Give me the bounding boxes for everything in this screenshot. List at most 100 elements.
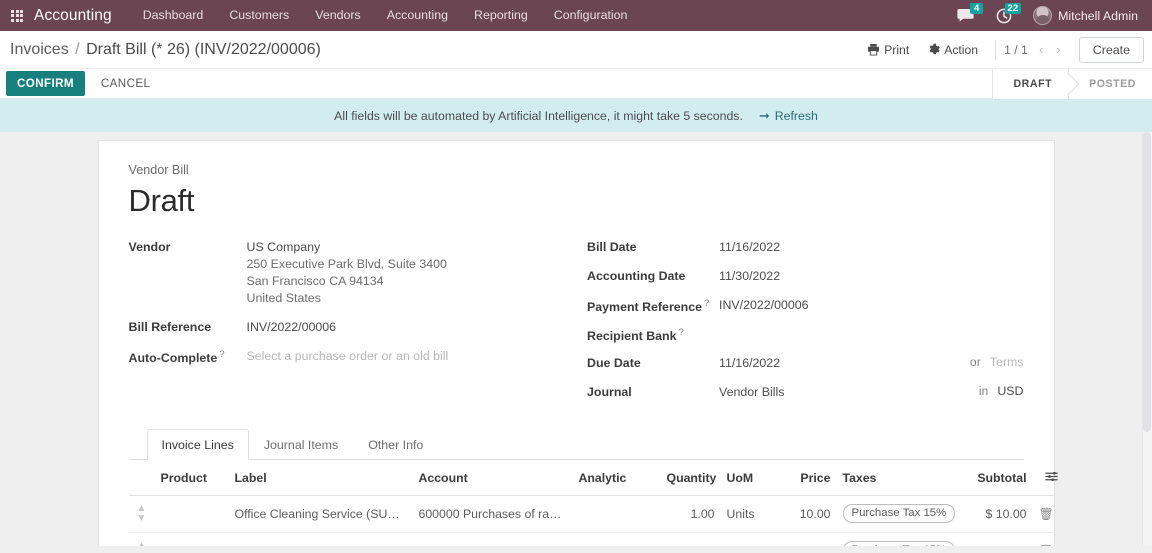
journal-input[interactable]: Vendor Bills (719, 384, 784, 401)
help-icon[interactable]: ? (219, 349, 224, 360)
journal-in-label: in (979, 384, 998, 398)
pager-previous-icon[interactable]: ‹ (1033, 43, 1050, 56)
systray: 4 22 Mitchell Admin (946, 0, 1146, 31)
activities-button[interactable]: 22 (985, 0, 1023, 31)
due-date-label: Due Date (587, 355, 719, 370)
menu-item-customers[interactable]: Customers (216, 0, 302, 31)
menu-item-accounting[interactable]: Accounting (374, 0, 461, 31)
apps-menu-button[interactable] (0, 0, 34, 31)
vendor-value[interactable]: US Company 250 Executive Park Blvd, Suit… (247, 239, 447, 307)
header-quantity: Quantity (661, 460, 721, 496)
currency-input[interactable]: USD (997, 384, 1023, 398)
sliders-icon[interactable] (1039, 470, 1058, 486)
menu-item-vendors[interactable]: Vendors (302, 0, 373, 31)
ai-automation-banner: All fields will be automated by Artifici… (0, 99, 1152, 132)
row-taxes[interactable]: Purchase Tax 15% (837, 495, 957, 532)
row-analytic[interactable] (573, 532, 661, 546)
due-date-input[interactable]: 11/16/2022 (719, 355, 780, 372)
table-row[interactable]: ▲▼ Office Cleaning Service (SUB) - 1 mon… (129, 532, 1055, 546)
row-price[interactable]: 20.00 (779, 532, 837, 546)
field-row-due-date: Due Date 11/16/2022 or Terms (587, 355, 1024, 372)
status-step-posted[interactable]: POSTED (1068, 69, 1152, 99)
drag-handle-icon[interactable]: ▲▼ (135, 504, 149, 524)
status-step-draft[interactable]: DRAFT (992, 69, 1068, 99)
vendor-name: US Company (247, 240, 321, 254)
recipient-bank-label-text: Recipient Bank (587, 329, 677, 343)
table-row[interactable]: ▲▼ Office Cleaning Service (SUB) - 1 mon… (129, 495, 1055, 532)
bill-reference-input[interactable]: INV/2022/00006 (247, 319, 337, 336)
breadcrumb-item-invoices[interactable]: Invoices (10, 41, 69, 58)
header-handle (129, 460, 155, 496)
arrow-right-icon: ➞ (759, 109, 770, 122)
print-label: Print (884, 43, 909, 57)
row-price[interactable]: 10.00 (779, 495, 837, 532)
menu-item-configuration[interactable]: Configuration (541, 0, 641, 31)
row-uom[interactable]: Units (721, 495, 779, 532)
create-button[interactable]: Create (1079, 37, 1144, 63)
table-body: ▲▼ Office Cleaning Service (SUB) - 1 mon… (129, 495, 1055, 546)
auto-complete-input[interactable]: Select a purchase order or an old bill (247, 348, 449, 365)
row-analytic[interactable] (573, 495, 661, 532)
app-brand-accounting[interactable]: Accounting (34, 7, 130, 25)
row-taxes[interactable]: Purchase Tax 15% (837, 532, 957, 546)
accounting-date-input[interactable]: 11/30/2022 (719, 268, 780, 285)
row-product[interactable] (155, 495, 229, 532)
recipient-bank-input[interactable] (719, 326, 879, 343)
menu-item-reporting[interactable]: Reporting (461, 0, 541, 31)
menu-item-dashboard[interactable]: Dashboard (130, 0, 217, 31)
action-button[interactable]: Action (918, 39, 987, 61)
payment-reference-label-text: Payment Reference (587, 300, 702, 314)
form-column-right: Bill Date 11/16/2022 Accounting Date 11/… (576, 239, 1024, 413)
row-label[interactable]: Office Cleaning Service (SUB) - 1 mon... (229, 495, 413, 532)
help-icon[interactable]: ? (704, 298, 709, 309)
form-column-left: Vendor US Company 250 Executive Park Blv… (129, 239, 577, 413)
row-product[interactable] (155, 532, 229, 546)
confirm-button[interactable]: CONFIRM (6, 71, 85, 96)
bill-date-label: Bill Date (587, 239, 719, 254)
row-label[interactable]: Office Cleaning Service (SUB) - 1 mon... (229, 532, 413, 546)
payment-reference-input[interactable]: INV/2022/00006 (719, 297, 809, 314)
vertical-scrollbar[interactable] (1142, 132, 1152, 546)
drag-handle-icon[interactable]: ▲▼ (135, 541, 149, 546)
field-row-bill-reference: Bill Reference INV/2022/00006 (129, 319, 577, 336)
journal-currency-group: in USD (965, 384, 1024, 398)
bill-date-input[interactable]: 11/16/2022 (719, 239, 780, 256)
scrollbar-thumb[interactable] (1143, 132, 1151, 432)
cancel-button[interactable]: CANCEL (89, 71, 162, 96)
trash-icon[interactable]: 🗑 (1039, 507, 1049, 521)
tab-invoice-lines[interactable]: Invoice Lines (147, 429, 249, 460)
tab-journal-items[interactable]: Journal Items (249, 429, 353, 460)
row-uom[interactable]: Units (721, 532, 779, 546)
header-price: Price (779, 460, 837, 496)
vendor-city: San Francisco CA 94134 (247, 273, 447, 290)
row-subtotal: $ 10.00 (957, 495, 1033, 532)
header-subtotal: Subtotal (957, 460, 1033, 496)
breadcrumb: Invoices / Draft Bill (* 26) (INV/2022/0… (10, 41, 321, 59)
field-row-accounting-date: Accounting Date 11/30/2022 (587, 268, 1024, 285)
user-menu-button[interactable]: Mitchell Admin (1023, 0, 1144, 31)
payment-terms-input[interactable]: Terms (990, 355, 1024, 369)
print-button[interactable]: Print (858, 39, 918, 61)
record-pager: 1 / 1 ‹ › (1004, 43, 1067, 57)
row-quantity[interactable]: 1.00 (661, 495, 721, 532)
help-icon[interactable]: ? (679, 327, 684, 338)
accounting-date-label: Accounting Date (587, 268, 719, 283)
row-account[interactable]: 600000 Purchases of raw material (413, 495, 573, 532)
row-quantity[interactable]: 3.00 (661, 532, 721, 546)
pager-next-icon[interactable]: › (1050, 43, 1067, 56)
document-title: Draft (129, 183, 1024, 219)
table-header: Product Label Account Analytic Quantity … (129, 460, 1055, 496)
breadcrumb-current-record: Draft Bill (* 26) (INV/2022/00006) (86, 41, 321, 58)
header-optional-columns (1033, 460, 1055, 496)
refresh-link[interactable]: ➞ Refresh (759, 109, 818, 123)
tax-tag[interactable]: Purchase Tax 15% (843, 541, 956, 546)
field-row-journal: Journal Vendor Bills in USD (587, 384, 1024, 401)
tax-tag[interactable]: Purchase Tax 15% (843, 504, 956, 523)
trash-icon[interactable]: 🗑 (1039, 544, 1049, 546)
header-uom: UoM (721, 460, 779, 496)
row-account[interactable]: 600000 Purchases of raw material (413, 532, 573, 546)
header-product: Product (155, 460, 229, 496)
messages-button[interactable]: 4 (946, 0, 985, 31)
tab-other-info[interactable]: Other Info (353, 429, 438, 460)
due-date-terms-group: or Terms (956, 355, 1024, 369)
